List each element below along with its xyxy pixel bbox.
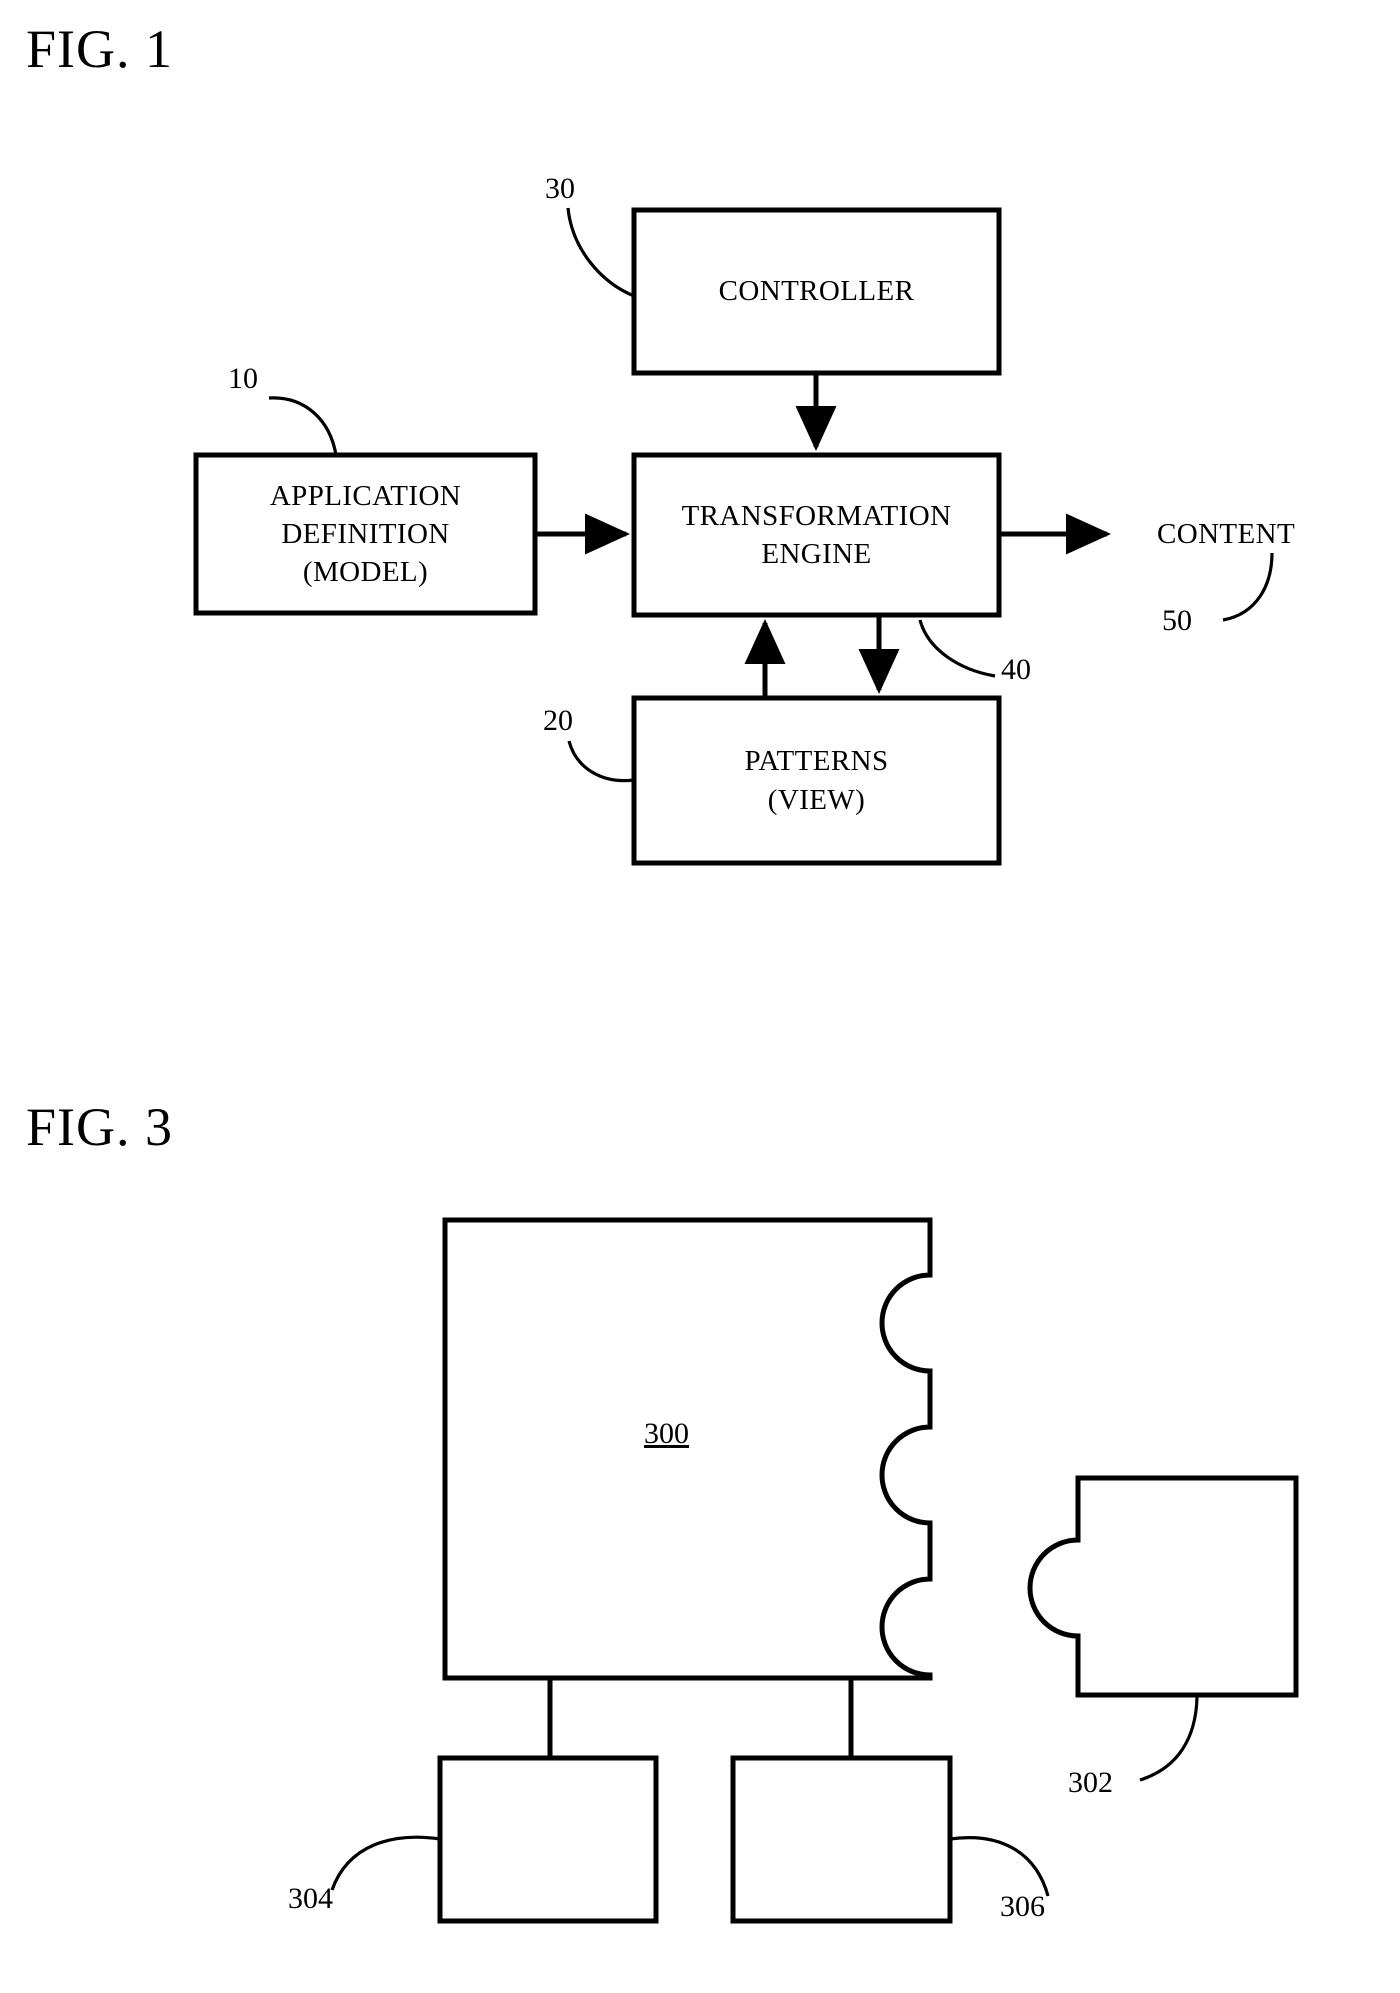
sub-box-right-outline	[730, 1755, 953, 1924]
reference-numeral-50: 50	[1162, 604, 1192, 637]
transformation-engine-line-1: TRANSFORMATION	[681, 499, 952, 532]
transformation-engine-box-label: TRANSFORMATION ENGINE	[634, 455, 999, 615]
patterns-line-2: (VIEW)	[767, 783, 866, 816]
leader-line-40	[918, 619, 996, 678]
reference-numeral-40: 40	[1001, 653, 1031, 686]
leader-line-50	[1222, 552, 1274, 622]
reference-numeral-300: 300	[644, 1417, 689, 1450]
leader-line-20	[567, 740, 635, 783]
reference-numeral-30: 30	[545, 172, 575, 205]
patterns-box-label: PATTERNS (VIEW)	[634, 698, 999, 863]
transformation-engine-line-2: ENGINE	[761, 538, 872, 570]
content-output-label: CONTENT	[1157, 518, 1296, 550]
application-definition-line-1: APPLICATION	[269, 479, 462, 512]
leader-line-30	[566, 207, 635, 298]
reference-numeral-10: 10	[228, 362, 258, 395]
figure-3-label: FIG. 3	[26, 1097, 174, 1157]
reference-numeral-302: 302	[1068, 1766, 1113, 1799]
reference-numeral-20: 20	[543, 704, 573, 737]
leader-line-304	[330, 1835, 441, 1891]
controller-box-label: CONTROLLER	[634, 210, 999, 373]
reference-numeral-304: 304	[288, 1882, 333, 1915]
application-definition-line-2: DEFINITION	[281, 517, 450, 550]
leader-line-306	[949, 1836, 1050, 1897]
detached-puzzle-piece-outline	[1027, 1475, 1299, 1698]
patterns-line-1: PATTERNS	[744, 745, 889, 778]
controller-line-1: CONTROLLER	[718, 275, 915, 308]
patent-drawing-sheet: FIG. 1 FIG. 3 CONTROLLER APPLICATION DEF…	[0, 0, 1400, 1993]
reference-numeral-306: 306	[1000, 1890, 1045, 1923]
leader-line-10	[268, 396, 338, 456]
application-definition-box-label: APPLICATION DEFINITION (MODEL)	[196, 455, 535, 613]
leader-line-302	[1139, 1696, 1199, 1782]
application-definition-line-3: (MODEL)	[302, 556, 429, 589]
figure-1-label: FIG. 1	[26, 19, 174, 79]
sub-box-left-outline	[437, 1755, 659, 1924]
